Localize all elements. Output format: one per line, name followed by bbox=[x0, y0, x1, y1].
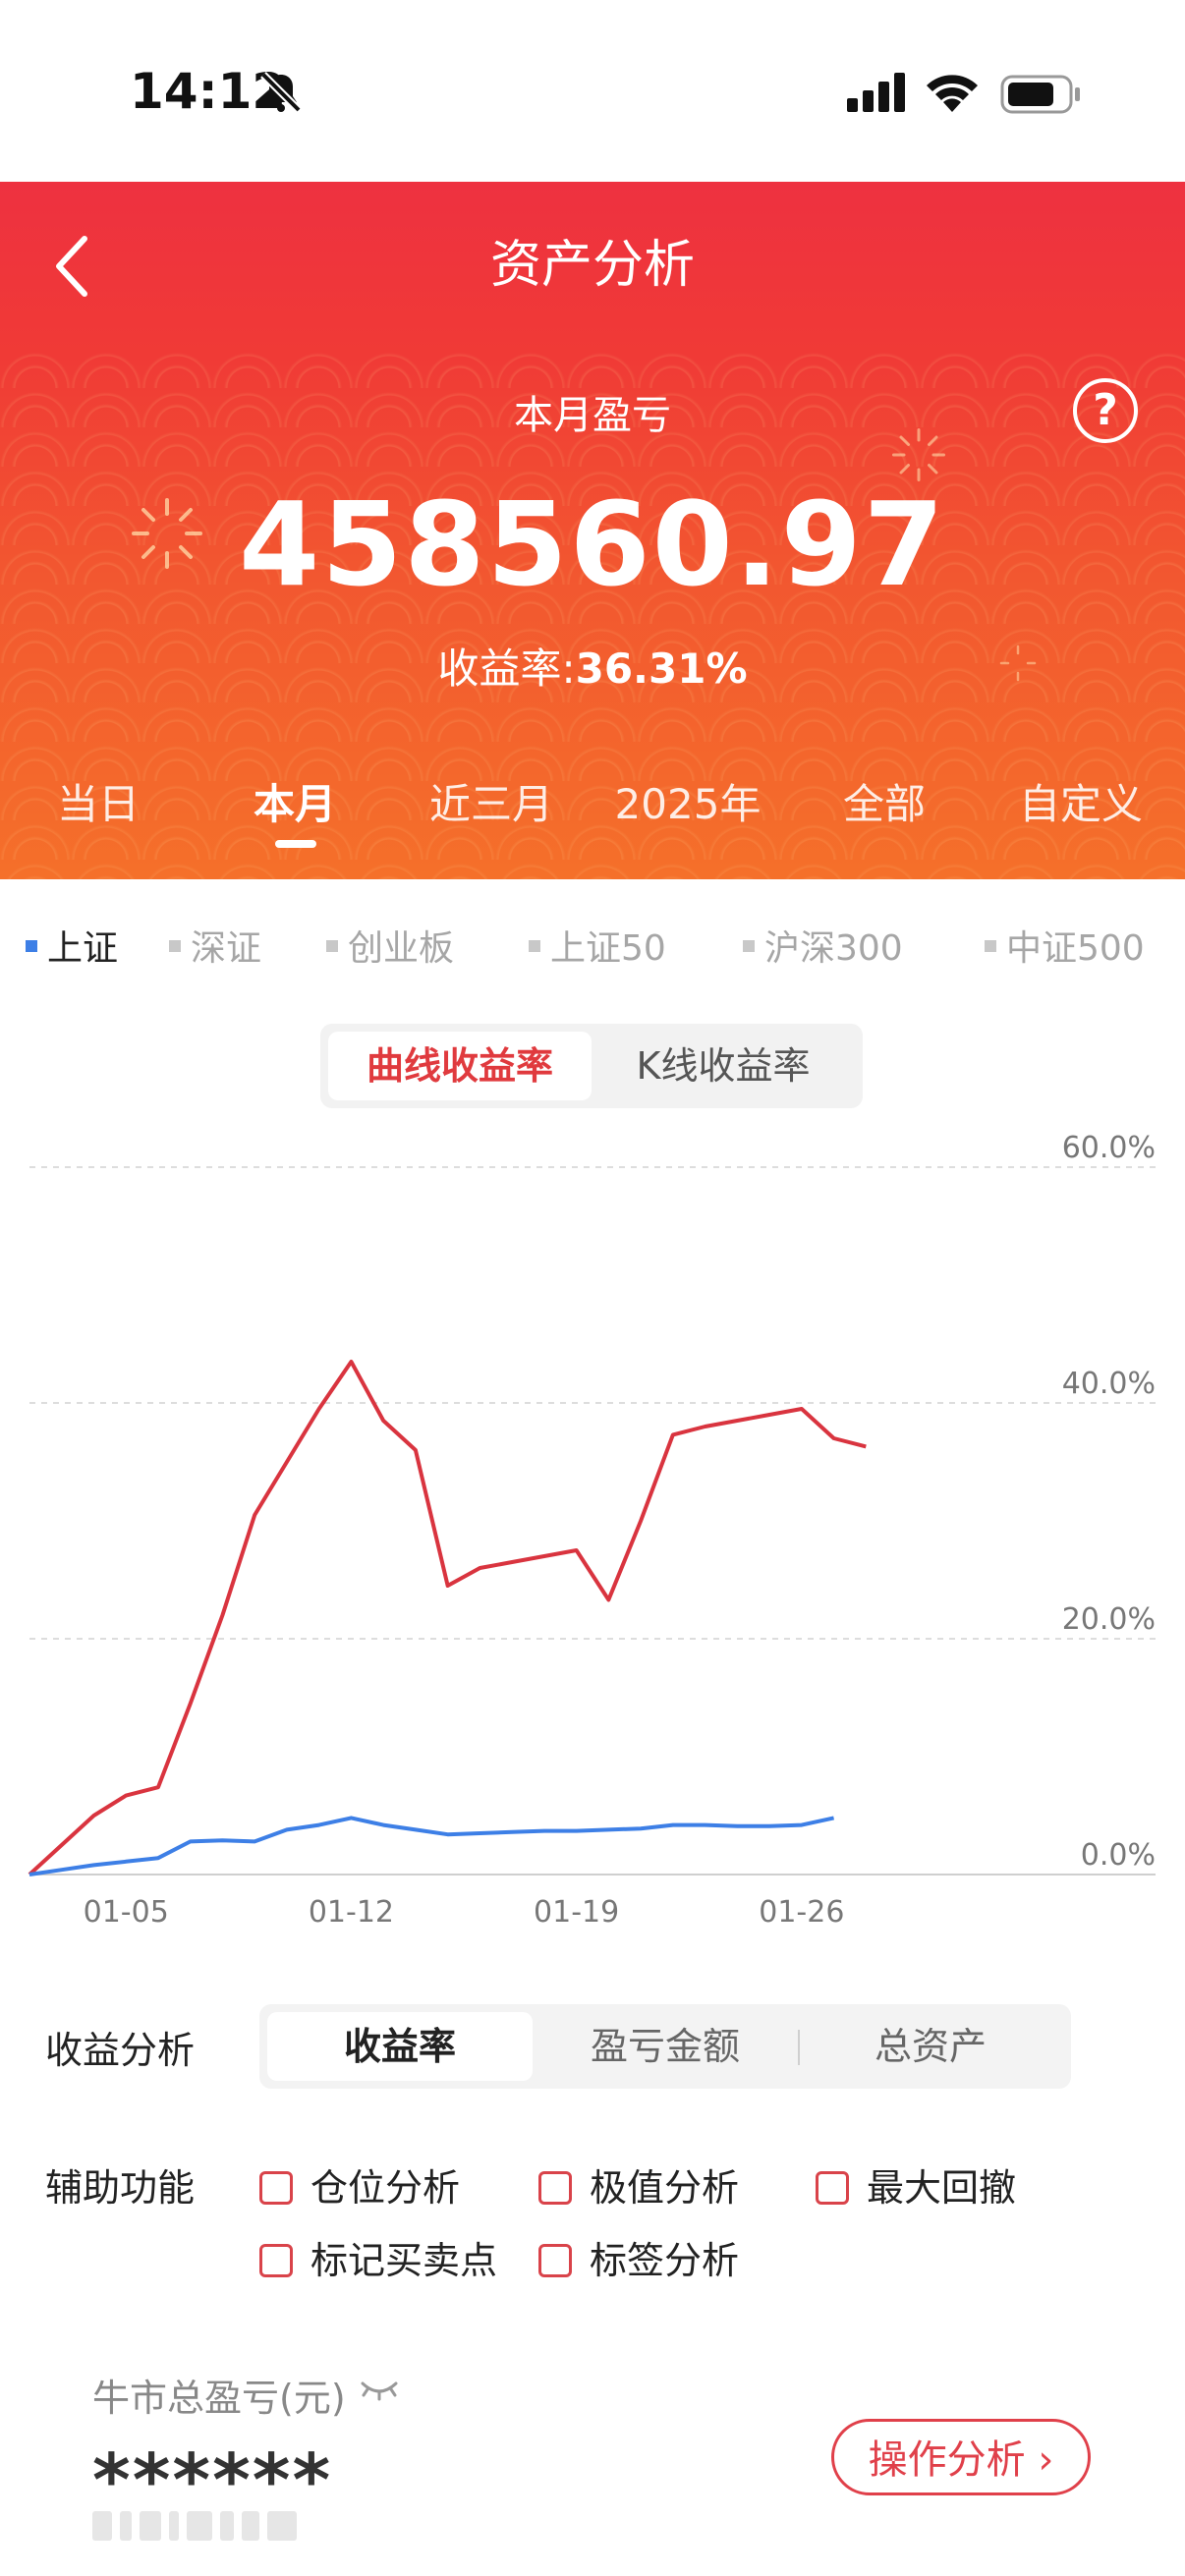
tab-year-2025[interactable]: 2025年 bbox=[615, 771, 762, 831]
page-title: 资产分析 bbox=[489, 236, 695, 295]
index-shenzhen[interactable]: 深证 bbox=[169, 920, 261, 971]
index-shanghai[interactable]: 上证 bbox=[26, 920, 118, 971]
y-tick-label: 60.0% bbox=[1062, 1131, 1156, 1165]
checkbox-tag-analysis[interactable]: 标签分析 bbox=[538, 2230, 739, 2284]
checkbox-extreme-analysis[interactable]: 极值分析 bbox=[538, 2157, 739, 2212]
eye-closed-icon[interactable] bbox=[360, 2376, 399, 2403]
index-label: 深证 bbox=[191, 928, 262, 969]
index-chinext[interactable]: 创业板 bbox=[326, 920, 454, 971]
checkbox-label: 标记买卖点 bbox=[310, 2239, 498, 2282]
y-tick-label: 0.0% bbox=[1081, 1838, 1156, 1873]
index-color-marker bbox=[529, 940, 540, 952]
tab-custom[interactable]: 自定义 bbox=[1019, 771, 1143, 831]
seg-total-assets[interactable]: 总资产 bbox=[798, 2012, 1063, 2081]
firework-decoration-icon bbox=[999, 644, 1037, 682]
curve-return-toggle[interactable]: 曲线收益率 bbox=[328, 1032, 592, 1100]
firework-decoration-icon bbox=[892, 428, 945, 481]
tab-all[interactable]: 全部 bbox=[843, 771, 926, 831]
firework-decoration-icon bbox=[132, 498, 202, 569]
checkbox[interactable] bbox=[259, 2243, 293, 2277]
operation-analysis-button[interactable]: 操作分析 › bbox=[831, 2419, 1091, 2495]
index-csi300[interactable]: 沪深300 bbox=[743, 920, 903, 971]
y-tick-label: 40.0% bbox=[1062, 1367, 1156, 1401]
checkbox-position-analysis[interactable]: 仓位分析 bbox=[259, 2157, 460, 2212]
cellular-signal-icon bbox=[847, 73, 905, 112]
index-sse50[interactable]: 上证50 bbox=[529, 920, 666, 971]
index-color-marker bbox=[26, 940, 37, 952]
aux-functions-label: 辅助功能 bbox=[45, 2166, 196, 2210]
return-rate-label: 收益率: bbox=[437, 644, 576, 693]
seg-pnl-amount[interactable]: 盈亏金额 bbox=[533, 2012, 798, 2081]
tab-three-months[interactable]: 近三月 bbox=[429, 771, 553, 831]
x-tick-label: 01-05 bbox=[84, 1895, 169, 1930]
index-label: 创业板 bbox=[348, 928, 455, 969]
checkbox-label: 仓位分析 bbox=[310, 2166, 461, 2210]
seg-return-rate[interactable]: 收益率 bbox=[267, 2012, 533, 2081]
checkbox-label: 最大回撤 bbox=[867, 2166, 1017, 2210]
index-return-line bbox=[28, 1816, 835, 1876]
checkbox-label: 极值分析 bbox=[590, 2166, 740, 2210]
checkbox-max-drawdown[interactable]: 最大回撤 bbox=[816, 2157, 1016, 2212]
x-tick-label: 01-26 bbox=[759, 1895, 844, 1930]
index-csi500[interactable]: 中证500 bbox=[985, 920, 1145, 971]
checkbox[interactable] bbox=[259, 2170, 293, 2205]
wifi-icon bbox=[927, 75, 978, 112]
y-tick-label: 20.0% bbox=[1062, 1602, 1156, 1637]
checkbox[interactable] bbox=[816, 2170, 849, 2205]
status-bar: 14:12 bbox=[0, 0, 1185, 182]
kline-return-toggle[interactable]: K线收益率 bbox=[592, 1032, 855, 1100]
battery-icon bbox=[1000, 75, 1080, 114]
tab-today[interactable]: 当日 bbox=[57, 771, 140, 831]
active-tab-indicator bbox=[275, 840, 316, 848]
index-color-marker bbox=[985, 940, 996, 952]
bull-market-pnl-label: 牛市总盈亏(元) bbox=[92, 2377, 346, 2420]
portfolio-return-line bbox=[28, 1360, 867, 1876]
analysis-segmented-control: 收益率 盈亏金额 总资产 bbox=[259, 2004, 1071, 2089]
chart-type-toggle: 曲线收益率 K线收益率 bbox=[320, 1024, 863, 1108]
index-label: 上证50 bbox=[550, 928, 666, 969]
asset-header: 资产分析 ? 本月盈亏 458560.97 收益率:36.31% 当日 本月 近… bbox=[0, 182, 1185, 879]
return-chart: 60.0% 40.0% 20.0% 0.0% 01-05 01-12 01-19 01-26 bbox=[28, 1131, 1156, 1930]
checkbox-mark-trades[interactable]: 标记买卖点 bbox=[259, 2230, 497, 2284]
index-label: 中证500 bbox=[1006, 928, 1145, 969]
checkbox[interactable] bbox=[538, 2243, 572, 2277]
blurred-text-strip bbox=[92, 2511, 367, 2548]
x-tick-label: 01-12 bbox=[309, 1895, 394, 1930]
return-rate-value: 36.31% bbox=[575, 644, 748, 693]
checkbox-label: 标签分析 bbox=[590, 2239, 740, 2282]
index-label: 上证 bbox=[47, 928, 119, 969]
bell-muted-icon bbox=[260, 72, 302, 113]
index-color-marker bbox=[326, 940, 338, 952]
tab-this-month[interactable]: 本月 bbox=[254, 771, 336, 831]
index-label: 沪深300 bbox=[764, 928, 903, 969]
period-tabs: 当日 本月 近三月 2025年 全部 自定义 bbox=[0, 771, 1185, 860]
index-color-marker bbox=[169, 940, 181, 952]
index-selector: 上证 深证 创业板 上证50 沪深300 中证500 bbox=[0, 914, 1185, 973]
x-tick-label: 01-19 bbox=[534, 1895, 619, 1930]
monthly-pnl-label: 本月盈亏 bbox=[514, 393, 671, 438]
return-analysis-label: 收益分析 bbox=[45, 2029, 196, 2072]
checkbox[interactable] bbox=[538, 2170, 572, 2205]
index-color-marker bbox=[743, 940, 755, 952]
